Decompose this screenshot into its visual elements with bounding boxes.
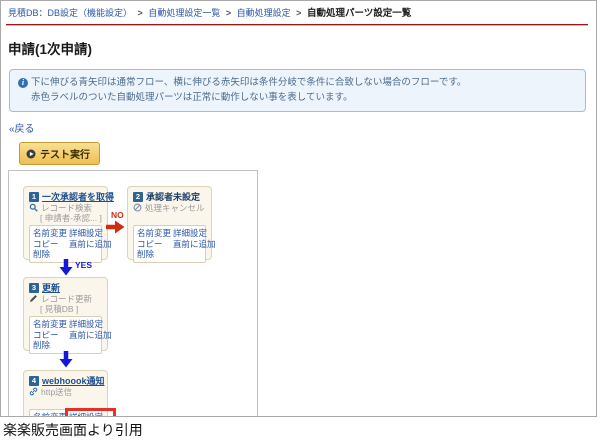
screenshot-frame: 見積DB：DB設定（機能設定） > 自動処理設定一覧 > 自動処理設定 > 自動… <box>0 0 597 417</box>
flow-box-2-type-label: 処理キャンセル <box>145 202 205 214</box>
delete-link[interactable]: 削除 <box>33 249 69 260</box>
insert-before-link[interactable]: 直前に追加 <box>69 239 112 250</box>
step-4-badge: 4 <box>29 376 39 386</box>
flow-box-4-webhook: 4 webhoook通知 http送信 名前変更 詳細設定 コピー 直前に追加 … <box>23 370 108 417</box>
run-icon <box>26 149 36 159</box>
yes-arrow-icon <box>59 259 73 276</box>
search-icon <box>29 203 38 212</box>
link-icon <box>29 387 38 396</box>
info-text-line1: 下に伸びる青矢印は通常フロー、横に伸びる赤矢印は条件分岐で条件に合致しない場合の… <box>31 75 466 90</box>
insert-before-link[interactable]: 直前に追加 <box>173 239 216 250</box>
red-divider <box>6 24 588 26</box>
rename-link[interactable]: 名前変更 <box>33 319 69 330</box>
step-1-badge: 1 <box>29 192 39 202</box>
detail-settings-link[interactable]: 詳細設定 <box>173 228 216 239</box>
flow-box-2-approver-unset: 2 承認者未設定 処理キャンセル 名前変更 詳細設定 コピー 直前に追加 削除 <box>127 186 212 260</box>
flow-box-1-param: [ 申請者-承認... ] <box>40 213 102 223</box>
flowchart-panel: 1 一次承認者を取得 レコード検索 [ 申請者-承認... ] 名前変更 詳細設… <box>8 170 258 417</box>
copy-link[interactable]: コピー <box>33 239 69 250</box>
insert-before-link[interactable]: 直前に追加 <box>69 330 112 341</box>
breadcrumb-separator: > <box>226 8 231 18</box>
breadcrumb-separator: > <box>296 8 301 18</box>
breadcrumb-link-db-settings[interactable]: 見積DB：DB設定（機能設定） <box>8 8 132 18</box>
step-3-badge: 3 <box>29 283 39 293</box>
copy-link[interactable]: コピー <box>33 330 69 341</box>
flow-box-3-actions: 名前変更 詳細設定 コピー 直前に追加 削除 <box>29 316 102 354</box>
back-link[interactable]: «戻る <box>9 124 35 135</box>
delete-link[interactable]: 削除 <box>33 340 69 351</box>
source-caption: 楽楽販売画面より引用 <box>3 420 143 440</box>
info-icon: i <box>18 78 28 88</box>
no-arrow-icon <box>106 220 125 234</box>
breadcrumb-separator: > <box>138 8 143 18</box>
rename-link[interactable]: 名前変更 <box>137 228 173 239</box>
test-run-button[interactable]: テスト実行 <box>19 142 100 165</box>
yes-branch-label: YES <box>75 260 92 270</box>
flow-box-1-type-label: レコード検索 <box>41 202 92 214</box>
no-branch-label: NO <box>111 210 124 220</box>
detail-settings-link-highlighted[interactable]: 詳細設定 <box>69 412 112 417</box>
flow-box-4-actions: 名前変更 詳細設定 コピー 直前に追加 削除 <box>29 409 102 417</box>
test-run-label: テスト実行 <box>40 146 90 161</box>
breadcrumb-current-page: 自動処理パーツ設定一覧 <box>307 8 411 19</box>
flow-box-3-type-label: レコード更新 <box>41 293 92 305</box>
flow-box-1-get-approver: 1 一次承認者を取得 レコード検索 [ 申請者-承認... ] 名前変更 詳細設… <box>23 186 108 260</box>
copy-link[interactable]: コピー <box>137 239 173 250</box>
step-2-badge: 2 <box>133 192 143 202</box>
flow-box-3-update: 3 更新 レコード更新 [ 見積DB ] 名前変更 詳細設定 コピー 直前に追加… <box>23 277 108 351</box>
flow-box-2-param <box>144 213 206 223</box>
rename-link[interactable]: 名前変更 <box>33 412 69 417</box>
flow-box-4-param <box>40 397 102 407</box>
flow-box-3-param: [ 見積DB ] <box>40 304 102 314</box>
detail-settings-link[interactable]: 詳細設定 <box>69 319 112 330</box>
pencil-icon <box>29 294 38 303</box>
down-arrow-icon <box>59 351 73 368</box>
cancel-icon <box>133 203 142 212</box>
page-title: 申請(1次申請) <box>8 38 588 58</box>
info-text-line2: 赤色ラベルのついた自動処理パーツは正常に動作しない事を表しています。 <box>18 90 577 105</box>
rename-link[interactable]: 名前変更 <box>33 228 69 239</box>
breadcrumb-link-autoprocess-list[interactable]: 自動処理設定一覧 <box>148 8 220 18</box>
delete-link[interactable]: 削除 <box>137 249 173 260</box>
flow-box-4-type-label: http送信 <box>41 386 72 398</box>
breadcrumb: 見積DB：DB設定（機能設定） > 自動処理設定一覧 > 自動処理設定 > 自動… <box>1 1 596 21</box>
breadcrumb-link-autoprocess[interactable]: 自動処理設定 <box>237 8 291 18</box>
flow-box-1-actions: 名前変更 詳細設定 コピー 直前に追加 削除 <box>29 225 102 263</box>
flow-box-2-actions: 名前変更 詳細設定 コピー 直前に追加 削除 <box>133 225 206 263</box>
info-box: i 下に伸びる青矢印は通常フロー、横に伸びる赤矢印は条件分岐で条件に合致しない場… <box>9 69 586 112</box>
